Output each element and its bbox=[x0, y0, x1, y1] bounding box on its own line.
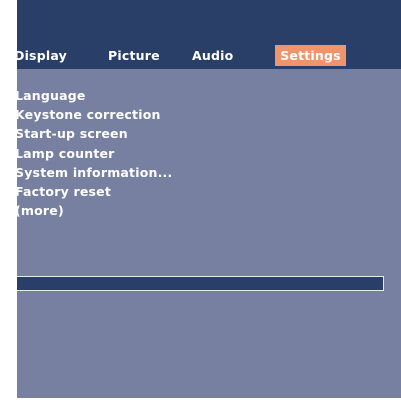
menu-item-language[interactable]: Language bbox=[17, 86, 172, 105]
tab-picture[interactable]: Picture bbox=[108, 45, 160, 66]
menu-tab-bar: Display Picture Audio Settings bbox=[17, 0, 401, 69]
menu-item-factory-reset[interactable]: Factory reset bbox=[17, 182, 172, 201]
settings-menu-list: Language Keystone correction Start-up sc… bbox=[17, 86, 172, 220]
info-bar bbox=[17, 276, 384, 291]
tab-display[interactable]: Display bbox=[17, 45, 67, 66]
menu-item-lamp-counter[interactable]: Lamp counter bbox=[17, 144, 172, 163]
osd-menu: Display Picture Audio Settings Language … bbox=[17, 0, 401, 403]
menu-item-keystone-correction[interactable]: Keystone correction bbox=[17, 105, 172, 124]
settings-panel: Language Keystone correction Start-up sc… bbox=[17, 69, 401, 398]
menu-item-start-up-screen[interactable]: Start-up screen bbox=[17, 124, 172, 143]
menu-item-system-information[interactable]: System information... bbox=[17, 163, 172, 182]
tab-settings[interactable]: Settings bbox=[275, 45, 346, 66]
menu-item-more[interactable]: (more) bbox=[17, 201, 172, 220]
tab-audio[interactable]: Audio bbox=[192, 45, 233, 66]
